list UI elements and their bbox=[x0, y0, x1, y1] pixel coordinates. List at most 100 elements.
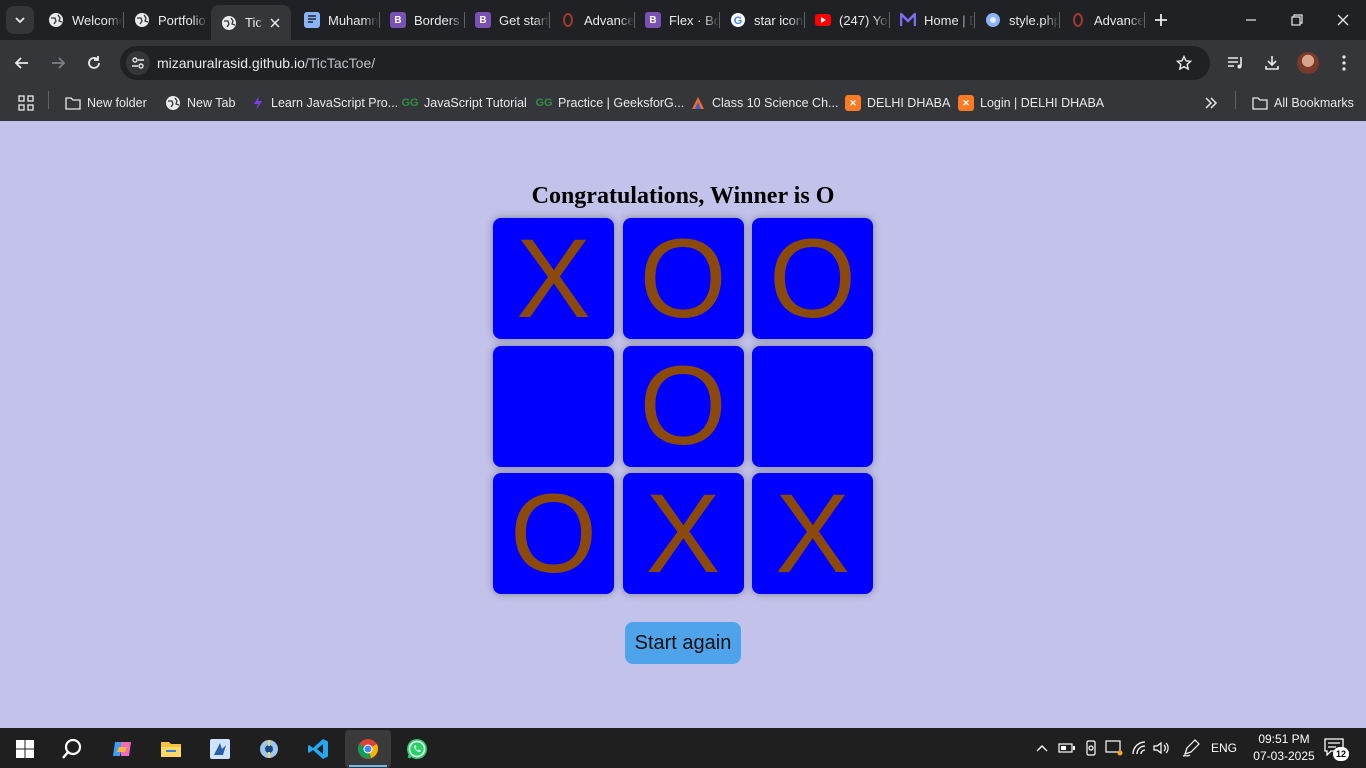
tab-title: Welcome bbox=[72, 12, 122, 28]
tab-youtube[interactable]: (247) YouTube bbox=[805, 6, 889, 34]
tab-flex-bootstrap[interactable]: B Flex · Bootstrap bbox=[635, 6, 719, 34]
board-cell[interactable]: X bbox=[752, 473, 873, 594]
taskbar-search-button[interactable] bbox=[49, 730, 95, 768]
taskbar-whatsapp[interactable] bbox=[394, 730, 440, 768]
battery-icon bbox=[1058, 743, 1075, 753]
media-control-button[interactable] bbox=[1224, 51, 1248, 75]
board-cell[interactable]: O bbox=[752, 218, 873, 339]
address-bar[interactable]: mizanuralrasid.github.io/TicTacToe/ bbox=[120, 46, 1210, 80]
bookmark-learn-javascript[interactable]: Learn JavaScript Pro... bbox=[249, 91, 398, 115]
bookmark-label: Practice | GeeksforG... bbox=[558, 96, 685, 110]
tab-title: style.php bbox=[1009, 12, 1059, 28]
tab-title: (247) YouTube bbox=[839, 12, 889, 28]
xampp-icon: ✕ bbox=[845, 95, 861, 111]
scrimba-icon bbox=[249, 95, 265, 111]
tab-welcome[interactable]: Welcome bbox=[38, 6, 122, 34]
tab-search-button[interactable] bbox=[6, 6, 34, 34]
bookmark-javascript-tutorial[interactable]: GG JavaScript Tutorial bbox=[401, 91, 527, 115]
clock-time: 09:51 PM bbox=[1258, 732, 1310, 746]
reload-button[interactable] bbox=[80, 49, 108, 77]
bookmarks-bar: New folder New Tab Learn JavaScript Pro.… bbox=[0, 86, 1366, 121]
more-bookmarks-button[interactable] bbox=[1204, 91, 1218, 115]
tab-muhammad[interactable]: Muhammad bbox=[294, 6, 378, 34]
back-button[interactable] bbox=[8, 49, 36, 77]
close-tab-icon[interactable] bbox=[267, 15, 283, 31]
bookmark-new-tab[interactable]: New Tab bbox=[165, 91, 235, 115]
bookmark-login-delhi-dhaba[interactable]: ✕ Login | DELHI DHABA bbox=[958, 91, 1104, 115]
bookmark-label: New folder bbox=[87, 96, 147, 110]
bookmark-label: JavaScript Tutorial bbox=[424, 96, 527, 110]
screen-capture-status[interactable] bbox=[1104, 738, 1124, 758]
bookmark-delhi-dhaba[interactable]: ✕ DELHI DHABA bbox=[845, 91, 950, 115]
board-cell[interactable]: X bbox=[493, 218, 614, 339]
board-cell[interactable]: O bbox=[493, 473, 614, 594]
tab-advanced[interactable]: Advanced bbox=[550, 6, 634, 34]
tab-style-php[interactable]: style.php bbox=[975, 6, 1059, 34]
board-cell[interactable] bbox=[752, 345, 873, 467]
speaker-icon bbox=[1153, 741, 1169, 755]
start-button[interactable] bbox=[2, 730, 48, 768]
reload-icon bbox=[88, 56, 100, 69]
tab-get-started[interactable]: B Get started bbox=[465, 6, 549, 34]
app-icon bbox=[210, 739, 230, 759]
url-text[interactable]: mizanuralrasid.github.io/TicTacToe/ bbox=[157, 55, 375, 71]
bookmark-label: Learn JavaScript Pro... bbox=[271, 96, 399, 110]
tab-title: Advanced bbox=[584, 12, 634, 28]
all-bookmarks-button[interactable]: All Bookmarks bbox=[1252, 91, 1354, 115]
language-indicator[interactable]: ENG bbox=[1208, 738, 1240, 758]
restore-button[interactable] bbox=[1274, 0, 1320, 40]
forward-button[interactable] bbox=[44, 49, 72, 77]
taskbar-vscode[interactable] bbox=[295, 730, 341, 768]
site-info-button[interactable] bbox=[126, 51, 150, 75]
board-cell[interactable]: X bbox=[622, 473, 744, 594]
taskbar-app[interactable] bbox=[197, 730, 243, 768]
app-icon-2 bbox=[260, 740, 278, 758]
close-window-button[interactable] bbox=[1320, 0, 1366, 40]
new-tab-button[interactable] bbox=[1151, 10, 1171, 30]
device-status[interactable] bbox=[1082, 738, 1100, 758]
board-cell[interactable] bbox=[493, 345, 614, 467]
apps-button[interactable] bbox=[18, 91, 34, 115]
bootstrap-icon: B bbox=[475, 12, 491, 28]
board-cell[interactable]: O bbox=[622, 345, 744, 467]
show-hidden-icons-button[interactable] bbox=[1034, 738, 1050, 758]
profile-avatar[interactable] bbox=[1297, 52, 1319, 74]
winner-message: Congratulations, Winner is O bbox=[531, 183, 835, 209]
tab-star-icon[interactable]: G star icon bbox=[720, 6, 804, 34]
network-status[interactable] bbox=[1130, 738, 1150, 758]
tab-tictactoe[interactable]: TicTacToe bbox=[211, 5, 291, 40]
chevron-up-icon bbox=[1036, 745, 1048, 752]
taskbar-file-explorer[interactable] bbox=[148, 730, 194, 768]
clock[interactable]: 09:51 PM 07-03-2025 bbox=[1244, 731, 1324, 765]
taskbar-chrome[interactable] bbox=[345, 730, 391, 768]
taskbar-copilot[interactable] bbox=[99, 730, 145, 768]
search-icon bbox=[62, 738, 82, 759]
tab-title: Borders bbox=[414, 12, 460, 28]
minimize-button[interactable] bbox=[1228, 0, 1274, 40]
downloads-button[interactable] bbox=[1260, 51, 1284, 75]
opera-icon bbox=[560, 12, 576, 28]
tab-advanced-2[interactable]: Advanced bbox=[1060, 6, 1144, 34]
start-again-button[interactable]: Start again bbox=[625, 622, 741, 664]
globe-icon bbox=[221, 15, 237, 31]
bookmark-new-folder[interactable]: New folder bbox=[65, 91, 147, 115]
taskbar-app-2[interactable] bbox=[246, 730, 292, 768]
geeksforgeeks-icon: GG bbox=[535, 97, 553, 109]
board-cell[interactable]: O bbox=[622, 218, 744, 339]
bookmark-practice-geeksforgeeks[interactable]: GG Practice | GeeksforG... bbox=[535, 91, 685, 115]
folder-icon bbox=[65, 95, 81, 111]
clock-date: 07-03-2025 bbox=[1253, 749, 1315, 763]
menu-button[interactable] bbox=[1332, 51, 1356, 75]
pen-menu-button[interactable] bbox=[1181, 738, 1201, 758]
volume-control[interactable] bbox=[1152, 738, 1172, 758]
chrome-icon bbox=[357, 739, 379, 759]
bookmark-star-button[interactable] bbox=[1174, 53, 1194, 73]
tab-borders[interactable]: B Borders bbox=[380, 6, 464, 34]
tab-home[interactable]: Home | Dashboard bbox=[890, 6, 974, 34]
plus-icon bbox=[1155, 14, 1167, 26]
google-icon: G bbox=[730, 12, 746, 28]
battery-status[interactable] bbox=[1058, 738, 1076, 758]
bookmark-class-10-science[interactable]: Class 10 Science Ch... bbox=[690, 91, 838, 115]
tab-portfolio[interactable]: Portfolio bbox=[124, 6, 208, 34]
double-chevron-right-icon bbox=[1205, 97, 1218, 109]
